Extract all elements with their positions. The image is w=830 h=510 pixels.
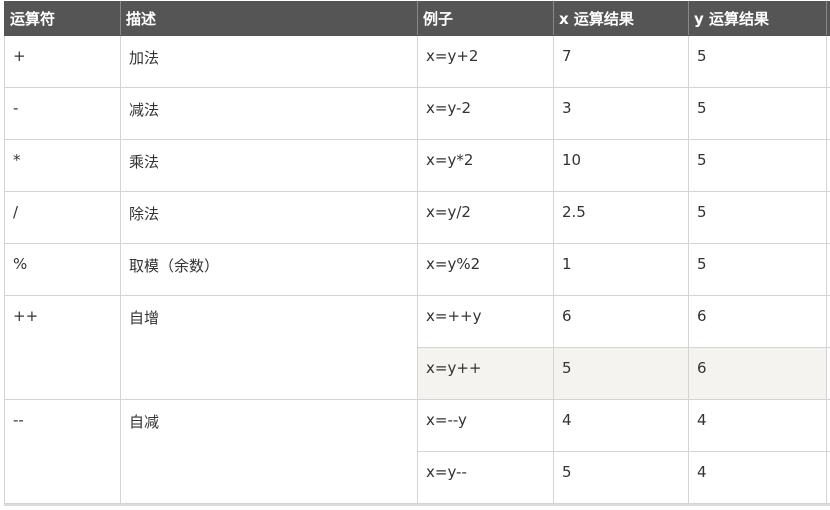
cell-description: 自增 [120,295,418,400]
cell-y-result: 6 [688,295,827,348]
table-row: - 减法 x=y-2 3 5 [4,87,830,140]
cell-y-result: 5 [688,191,827,244]
cell-operator: ++ [4,295,121,400]
table-bottom-border [4,504,830,506]
cell-example: x=y-2 [417,87,554,140]
header-extra [826,1,830,36]
cell-operator: - [4,87,121,140]
page: 运算符 描述 例子 x 运算结果 y 运算结果 + 加法 x=y+2 7 5 -… [0,0,830,510]
operators-table: 运算符 描述 例子 x 运算结果 y 运算结果 + 加法 x=y+2 7 5 -… [4,1,830,504]
cell-description: 取模（余数） [120,243,418,296]
header-description: 描述 [120,1,418,36]
table-row: * 乘法 x=y*2 10 5 [4,139,830,192]
cell-operator: / [4,191,121,244]
cell-description: 自减 [120,399,418,504]
cell-extra [826,191,830,244]
cell-x-result: 1 [553,243,689,296]
cell-extra [826,35,830,88]
cell-y-result: 4 [688,399,827,452]
cell-operator: % [4,243,121,296]
table-row: + 加法 x=y+2 7 5 [4,35,830,88]
header-operator: 运算符 [4,1,121,36]
cell-operator: + [4,35,121,88]
cell-example: x=y%2 [417,243,554,296]
cell-extra [826,87,830,140]
cell-description: 加法 [120,35,418,88]
cell-operator: * [4,139,121,192]
header-example: 例子 [417,1,554,36]
cell-y-result: 5 [688,139,827,192]
cell-example: x=y-- [417,451,554,504]
cell-example: x=y+2 [417,35,554,88]
cell-y-result: 5 [688,35,827,88]
cell-y-result: 5 [688,243,827,296]
cell-example: x=++y [417,295,554,348]
cell-x-result: 4 [553,399,689,452]
cell-example: x=y*2 [417,139,554,192]
table-row: % 取模（余数） x=y%2 1 5 [4,243,830,296]
table-row: / 除法 x=y/2 2.5 5 [4,191,830,244]
cell-example: x=y/2 [417,191,554,244]
header-y-result: y 运算结果 [688,1,827,36]
cell-extra [826,451,830,504]
cell-example: x=y++ [417,347,554,400]
cell-y-result: 4 [688,451,827,504]
cell-y-result: 6 [688,347,827,400]
cell-x-result: 2.5 [553,191,689,244]
cell-operator: -- [4,399,121,504]
cell-extra [826,295,830,348]
table-row: -- 自减 x=--y 4 4 [4,399,830,504]
cell-x-result: 10 [553,139,689,192]
cell-x-result: 3 [553,87,689,140]
table-row: ++ 自增 x=++y 6 6 [4,295,830,400]
header-x-result: x 运算结果 [553,1,689,36]
cell-x-result: 7 [553,35,689,88]
cell-description: 减法 [120,87,418,140]
cell-extra [826,243,830,296]
cell-x-result: 5 [553,347,689,400]
cell-extra [826,139,830,192]
cell-y-result: 5 [688,87,827,140]
cell-example: x=--y [417,399,554,452]
cell-description: 除法 [120,191,418,244]
table-header-row: 运算符 描述 例子 x 运算结果 y 运算结果 [4,1,830,36]
cell-x-result: 5 [553,451,689,504]
cell-description: 乘法 [120,139,418,192]
cell-extra [826,399,830,452]
cell-x-result: 6 [553,295,689,348]
cell-extra [826,347,830,400]
